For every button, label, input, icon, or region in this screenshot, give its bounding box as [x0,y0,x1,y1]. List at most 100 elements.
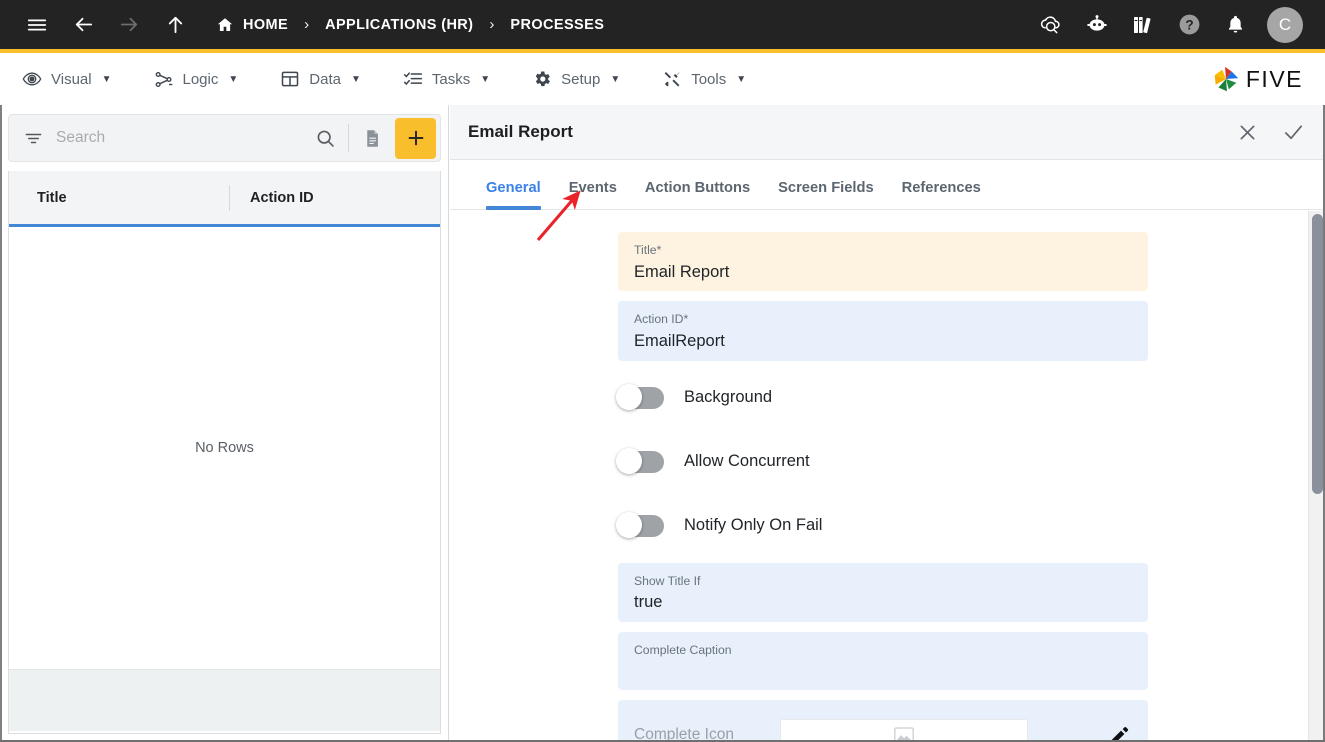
help-icon[interactable]: ? [1175,11,1203,39]
grid-column-header-title[interactable]: Title [9,171,229,224]
field-label-text: Action ID [634,312,683,326]
menu-item-setup[interactable]: Setup ▼ [528,63,634,95]
field-label-show-title-if: Show Title If [634,574,1132,589]
breadcrumb-label-home: HOME [243,17,288,33]
tools-icon [662,69,682,89]
breadcrumb-item-home[interactable]: HOME [216,16,288,34]
five-logo-text: FIVE [1246,66,1303,93]
chevron-down-icon: ▼ [102,74,112,85]
breadcrumb-item-applications[interactable]: APPLICATIONS (HR) [325,17,473,33]
svg-text:?: ? [1185,17,1193,32]
breadcrumb-item-processes[interactable]: PROCESSES [510,17,604,33]
toggle-row-allow-concurrent[interactable]: Allow Concurrent [618,435,1148,489]
five-logo: FIVE [1211,64,1303,94]
tab-events[interactable]: Events [555,180,631,209]
breadcrumb-separator-2: › [473,16,510,33]
chevron-down-icon: ▼ [351,74,361,85]
field-complete-caption[interactable]: Complete Caption [618,632,1148,691]
chevron-down-icon: ▼ [480,74,490,85]
tab-screen-fields[interactable]: Screen Fields [764,180,888,209]
logic-flow-icon [154,69,174,89]
toggle-background[interactable] [618,387,664,409]
general-tab-form: Title* Email Report Action ID* EmailRepo… [450,211,1325,742]
hamburger-menu-icon[interactable] [22,10,52,40]
home-icon [216,16,234,34]
grid-footer [9,669,440,731]
tab-general[interactable]: General [472,180,555,209]
forward-arrow-icon[interactable] [114,10,144,40]
application-menu-bar: Visual ▼ Logic ▼ Data ▼ [0,53,1325,105]
top-navigation-bar: HOME › APPLICATIONS (HR) › PROCESSES [0,0,1325,53]
menu-item-data[interactable]: Data ▼ [276,63,375,95]
grid-header-row: Title Action ID [9,171,440,227]
add-process-button[interactable] [395,118,436,159]
breadcrumb-separator-1: › [288,16,325,33]
close-icon[interactable] [1233,118,1261,146]
menu-item-tasks[interactable]: Tasks ▼ [399,63,504,95]
search-input[interactable] [45,129,310,147]
chevron-down-icon: ▼ [610,74,620,85]
field-label-text: Title [634,243,657,257]
grid-column-header-action-id[interactable]: Action ID [229,185,314,211]
search-bar [8,114,441,162]
complete-icon-picker[interactable] [780,719,1028,742]
required-marker: * [657,243,662,257]
processes-grid: Title Action ID No Rows [8,171,441,734]
toggle-label-allow-concurrent: Allow Concurrent [684,452,810,471]
check-icon[interactable] [1279,118,1307,146]
menu-label-tasks: Tasks [432,71,470,88]
chevron-down-icon: ▼ [736,74,746,85]
five-pinwheel-logo-icon [1211,64,1241,94]
back-arrow-icon[interactable] [68,10,98,40]
search-icon[interactable] [310,128,340,149]
field-complete-icon[interactable]: Complete Icon [618,700,1148,742]
cloud-search-icon[interactable] [1037,11,1065,39]
toolbar-divider [348,124,349,152]
tab-references[interactable]: References [888,180,995,209]
detail-tab-bar: General Events Action Buttons Screen Fie… [450,160,1325,210]
up-arrow-icon[interactable] [160,10,190,40]
menu-item-visual[interactable]: Visual ▼ [18,63,126,95]
toggle-row-background[interactable]: Background [618,371,1148,425]
field-value-show-title-if: true [634,592,1132,613]
field-label-title: Title* [634,243,1132,258]
chatbot-icon[interactable] [1083,11,1111,39]
field-show-title-if[interactable]: Show Title If true [618,563,1148,622]
menu-label-logic: Logic [183,71,219,88]
page-title: Email Report [468,122,573,142]
checklist-icon [403,69,423,89]
gear-icon [532,69,552,89]
menu-item-logic[interactable]: Logic ▼ [150,63,253,95]
field-title[interactable]: Title* Email Report [618,232,1148,291]
required-marker: * [683,312,688,326]
table-grid-icon [280,69,300,89]
menu-label-data: Data [309,71,341,88]
menu-item-tools[interactable]: Tools ▼ [658,63,760,95]
notifications-bell-icon[interactable] [1221,11,1249,39]
panel-header: Email Report [450,105,1325,160]
toggle-row-notify-only-on-fail[interactable]: Notify Only On Fail [618,499,1148,553]
breadcrumb-label-processes: PROCESSES [510,17,604,33]
user-avatar[interactable]: C [1267,7,1303,43]
menu-label-setup: Setup [561,71,600,88]
processes-list-panel: Title Action ID No Rows [0,105,449,742]
toggle-label-background: Background [684,388,772,407]
field-value-action-id: EmailReport [634,331,1132,352]
toggle-allow-concurrent[interactable] [618,451,664,473]
document-icon[interactable] [357,128,387,149]
grid-empty-state: No Rows [9,227,440,669]
tab-action-buttons[interactable]: Action Buttons [631,180,764,209]
eye-icon [22,69,42,89]
window-edge-left [0,105,2,742]
grid-empty-label: No Rows [195,440,254,456]
filter-icon[interactable] [21,129,45,148]
field-value-title: Email Report [634,262,1132,283]
menu-label-visual: Visual [51,71,92,88]
field-label-complete-caption: Complete Caption [634,643,1132,658]
scrollbar-thumb[interactable] [1312,214,1323,494]
toggle-notify-only-on-fail[interactable] [618,515,664,537]
field-action-id[interactable]: Action ID* EmailReport [618,301,1148,360]
toggle-label-notify-only-on-fail: Notify Only On Fail [684,516,822,535]
process-detail-panel: Email Report General Events Action Butto… [450,105,1325,742]
library-books-icon[interactable] [1129,11,1157,39]
